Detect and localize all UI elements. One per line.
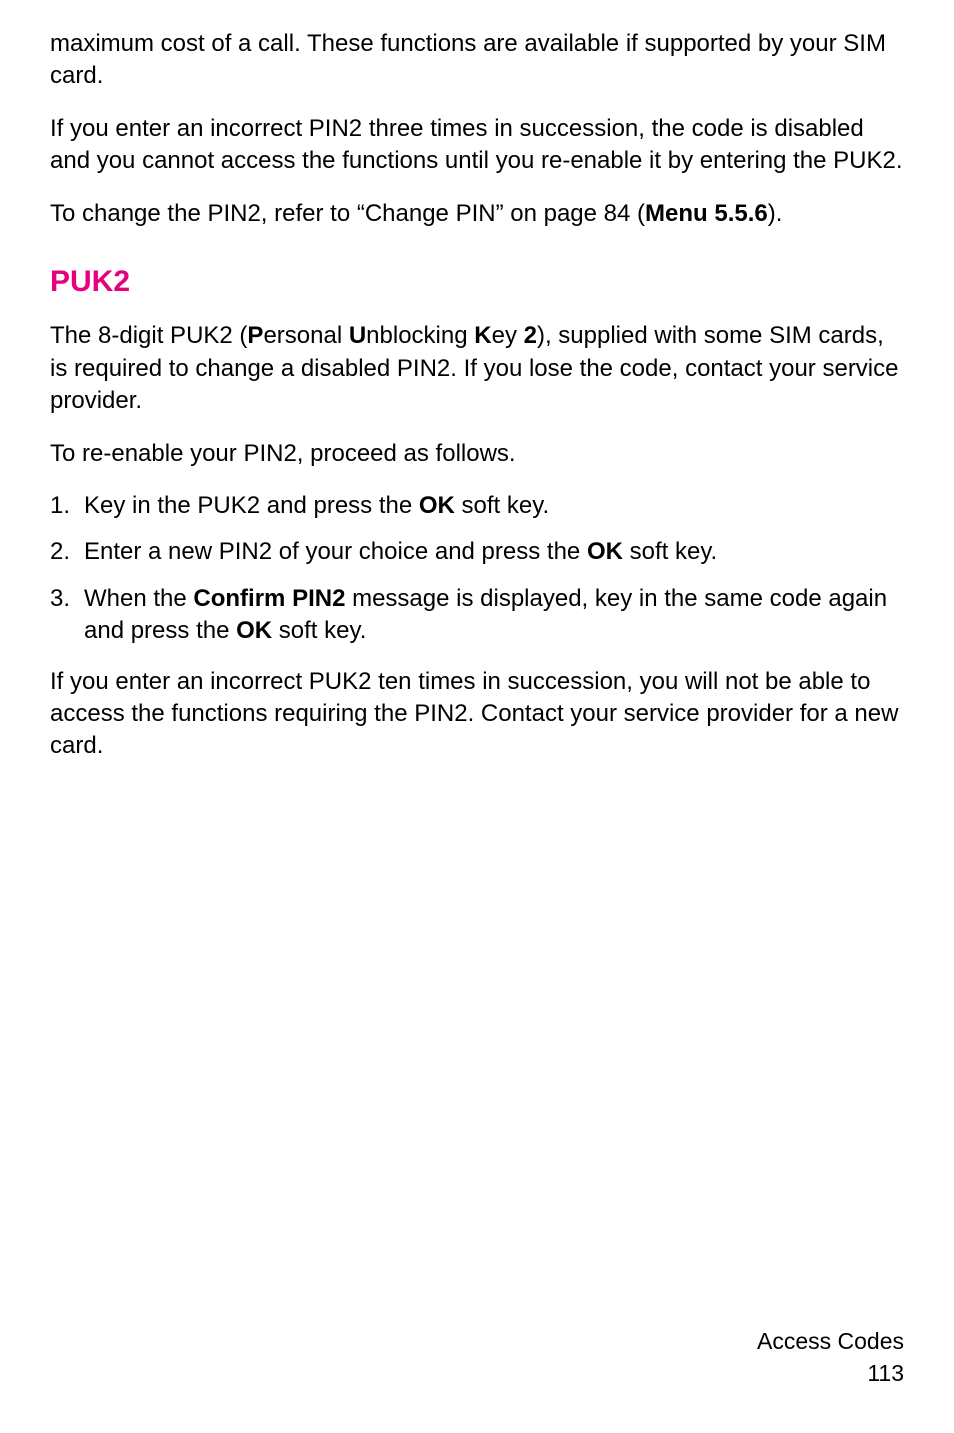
step-number: 3. — [50, 583, 84, 648]
list-item: 3. When the Confirm PIN2 message is disp… — [50, 583, 904, 648]
acronym-letter: 2 — [524, 322, 537, 349]
text-fragment: ). — [768, 200, 783, 227]
step-body: When the Confirm PIN2 message is display… — [84, 583, 904, 648]
page-footer: Access Codes 113 — [757, 1325, 904, 1389]
softkey-label: OK — [236, 617, 272, 644]
steps-list: 1. Key in the PUK2 and press the OK soft… — [50, 490, 904, 648]
text-fragment: Enter a new PIN2 of your choice and pres… — [84, 538, 587, 565]
step-body: Key in the PUK2 and press the OK soft ke… — [84, 490, 904, 522]
body-paragraph: The 8-digit PUK2 (Personal Unblocking Ke… — [50, 320, 904, 417]
list-item: 2. Enter a new PIN2 of your choice and p… — [50, 536, 904, 568]
body-paragraph: To change the PIN2, refer to “Change PIN… — [50, 198, 904, 230]
body-paragraph: To re-enable your PIN2, proceed as follo… — [50, 438, 904, 470]
softkey-label: OK — [419, 492, 455, 519]
page-number: 113 — [757, 1357, 904, 1389]
footer-section-title: Access Codes — [757, 1325, 904, 1357]
acronym-letter: K — [474, 322, 491, 349]
message-label: Confirm PIN2 — [193, 585, 345, 612]
text-fragment: When the — [84, 585, 193, 612]
text-fragment: ersonal — [263, 322, 348, 349]
body-paragraph: If you enter an incorrect PUK2 ten times… — [50, 666, 904, 763]
step-body: Enter a new PIN2 of your choice and pres… — [84, 536, 904, 568]
body-paragraph: maximum cost of a call. These functions … — [50, 28, 904, 93]
softkey-label: OK — [587, 538, 623, 565]
text-fragment: To change the PIN2, refer to “Change PIN… — [50, 200, 645, 227]
text-fragment: The 8-digit PUK2 ( — [50, 322, 247, 349]
text-fragment: Key in the PUK2 and press the — [84, 492, 419, 519]
text-fragment: nblocking — [366, 322, 474, 349]
text-fragment: ey — [492, 322, 524, 349]
body-paragraph: If you enter an incorrect PIN2 three tim… — [50, 113, 904, 178]
text-fragment: soft key. — [623, 538, 717, 565]
list-item: 1. Key in the PUK2 and press the OK soft… — [50, 490, 904, 522]
step-number: 1. — [50, 490, 84, 522]
text-fragment: soft key. — [272, 617, 366, 644]
acronym-letter: P — [247, 322, 263, 349]
text-fragment: soft key. — [455, 492, 549, 519]
section-heading-puk2: PUK2 — [50, 262, 904, 303]
acronym-letter: U — [349, 322, 366, 349]
step-number: 2. — [50, 536, 84, 568]
menu-reference: Menu 5.5.6 — [645, 200, 768, 227]
